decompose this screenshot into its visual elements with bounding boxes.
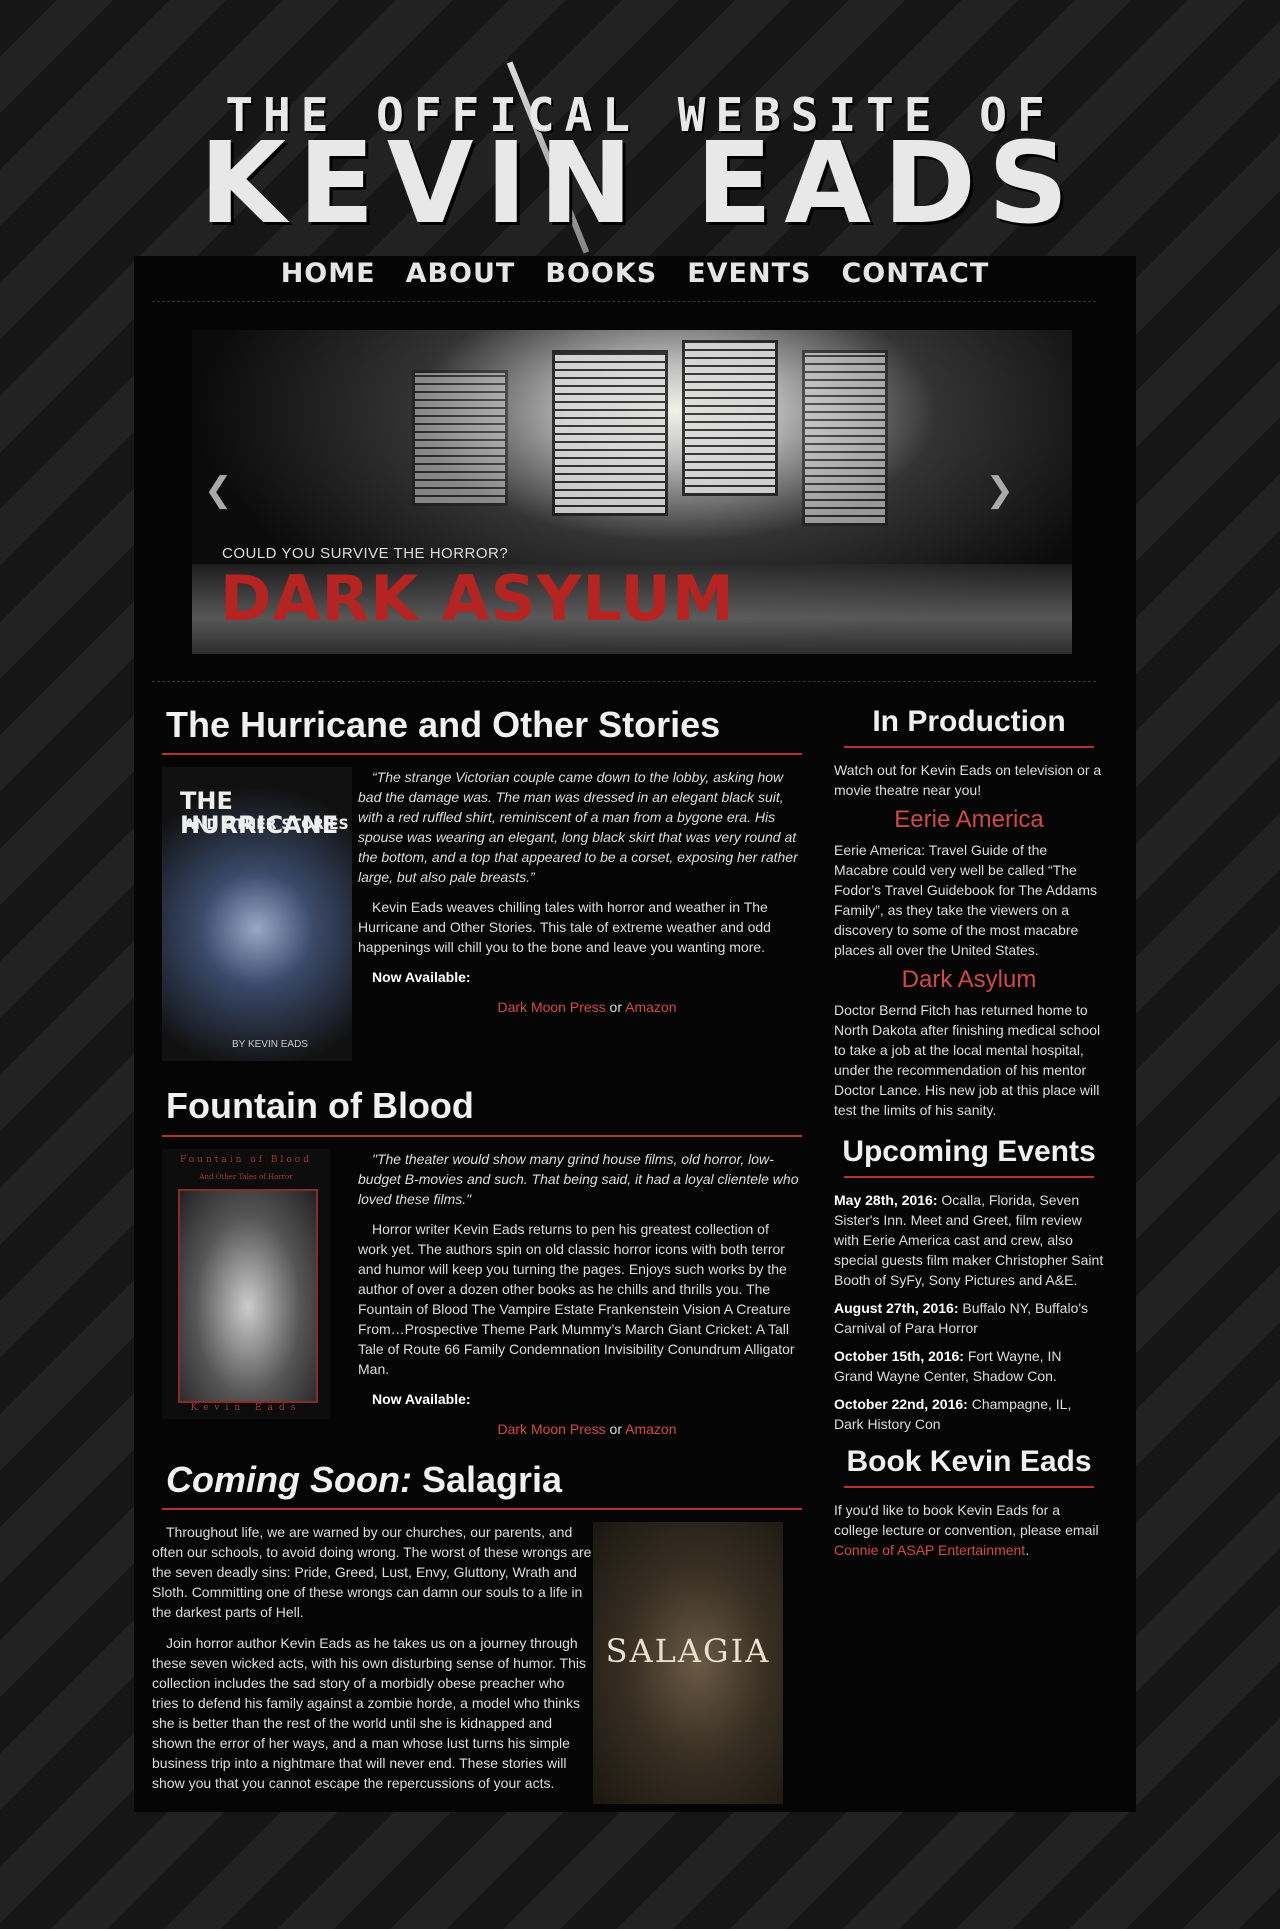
hero-slider[interactable]: COULD YOU SURVIVE THE HORROR? DARK ASYLU…	[192, 330, 1072, 654]
event-item: May 28th, 2016: Ocalla, Florida, Seven S…	[834, 1190, 1104, 1290]
chevron-right-icon[interactable]: ❯	[986, 470, 1015, 510]
sidebar: In Production Watch out for Kevin Eads o…	[834, 704, 1104, 1568]
event-item: October 22nd, 2016: Champagne, IL, Dark …	[834, 1394, 1104, 1434]
or-text: or	[609, 1420, 622, 1437]
slide-window-art	[412, 370, 508, 506]
slide-window-art	[552, 350, 668, 516]
upcoming-events-title: Upcoming Events	[842, 1135, 1096, 1168]
event-date: October 15th, 2016:	[834, 1348, 964, 1364]
purchase-links: Dark Moon Press or Amazon	[358, 997, 802, 1017]
content-container: HOME ABOUT BOOKS EVENTS CONTACT COULD YO…	[134, 256, 1136, 1812]
slide-window-art	[682, 340, 778, 496]
book-cover-image[interactable]: THE HURRICANE AND OTHER STORIES BY KEVIN…	[162, 767, 352, 1062]
coming-soon-paragraph: Throughout life, we are warned by our ch…	[152, 1524, 592, 1621]
dark-asylum-title: Dark Asylum	[901, 966, 1037, 993]
book-entry: THE HURRICANE AND OTHER STORIES BY KEVIN…	[162, 767, 802, 1085]
nav-about[interactable]: ABOUT	[406, 258, 516, 298]
availability-label: Now Available:	[372, 969, 471, 986]
slide-window-art	[802, 350, 888, 526]
event-item: August 27th, 2016: Buffalo NY, Buffalo's…	[834, 1298, 1104, 1338]
title-underline	[162, 1508, 802, 1511]
book-title: The Hurricane and Other Stories	[166, 704, 721, 745]
book-kevin-title: Book Kevin Eads	[846, 1445, 1092, 1478]
eerie-america-title: Eerie America	[894, 806, 1044, 833]
divider	[152, 301, 1096, 302]
chevron-left-icon[interactable]: ❮	[204, 470, 233, 510]
booking-text: If you'd like to book Kevin Eads for a c…	[834, 1500, 1104, 1560]
book-text: “The strange Victorian couple came down …	[358, 767, 802, 1017]
coming-soon-text: Throughout life, we are warned by our ch…	[152, 1522, 592, 1793]
event-date: October 22nd, 2016:	[834, 1396, 968, 1412]
book-cover-image[interactable]: SALAGIA	[593, 1522, 783, 1805]
book-quote: “The strange Victorian couple came down …	[358, 769, 798, 886]
title-underline	[162, 1134, 802, 1137]
availability-label: Now Available:	[372, 1390, 471, 1407]
dark-asylum-text: Doctor Bernd Fitch has returned home to …	[834, 1002, 1101, 1118]
nav-contact[interactable]: CONTACT	[841, 258, 989, 298]
coming-soon-title: Coming Soon: Salagria	[162, 1459, 802, 1500]
cover-text: Fountain of Blood	[180, 1154, 312, 1165]
eerie-america-text: Eerie America: Travel Guide of the Macab…	[834, 842, 1098, 958]
divider	[152, 681, 1096, 682]
coming-soon-paragraph: Join horror author Kevin Eads as he take…	[152, 1635, 586, 1792]
cover-text: Kevin Eads	[190, 1402, 302, 1413]
cover-text: SALAGIA	[605, 1632, 771, 1671]
dark-moon-press-link[interactable]: Dark Moon Press	[498, 999, 606, 1015]
book-description: Kevin Eads weaves chilling tales with ho…	[358, 899, 771, 956]
book-quote: "The theater would show many grind house…	[358, 1150, 799, 1207]
purchase-links: Dark Moon Press or Amazon	[358, 1419, 802, 1439]
title-underline	[162, 753, 802, 756]
nav-books[interactable]: BOOKS	[545, 258, 657, 298]
slide-tagline: COULD YOU SURVIVE THE HORROR?	[222, 545, 509, 562]
event-item: October 15th, 2016: Fort Wayne, IN Grand…	[834, 1346, 1104, 1386]
cover-text: BY KEVIN EADS	[232, 1039, 308, 1051]
title-underline	[844, 1486, 1094, 1488]
production-intro: Watch out for Kevin Eads on television o…	[834, 762, 1102, 798]
event-date: August 27th, 2016:	[834, 1300, 959, 1316]
cover-art	[178, 1188, 318, 1403]
book-entry: Fountain of Blood And Other Tales of Hor…	[162, 1148, 802, 1459]
amazon-link[interactable]: Amazon	[625, 1421, 676, 1437]
in-production-title: In Production	[872, 705, 1066, 738]
coming-soon-prefix: Coming Soon:	[166, 1458, 412, 1500]
title-underline	[844, 1176, 1094, 1178]
or-text: or	[609, 999, 622, 1016]
book-title: Fountain of Blood	[166, 1085, 474, 1127]
event-date: May 28th, 2016:	[834, 1192, 938, 1208]
dark-moon-press-link[interactable]: Dark Moon Press	[498, 1421, 606, 1437]
cover-text: AND OTHER STORIES	[184, 817, 349, 834]
booking-end: .	[1025, 1542, 1030, 1558]
amazon-link[interactable]: Amazon	[625, 999, 676, 1015]
nav-events[interactable]: EVENTS	[687, 258, 811, 298]
cover-text: And Other Tales of Horror	[199, 1172, 293, 1181]
coming-soon-book: Salagria	[421, 1458, 563, 1500]
slide-title: DARK ASYLUM	[220, 562, 735, 635]
coming-soon-entry: Throughout life, we are warned by our ch…	[152, 1522, 802, 1805]
site-header: THE OFFICAL WEBSITE OF KEVIN EADS	[0, 0, 1280, 256]
nav-home[interactable]: HOME	[281, 258, 376, 298]
title-underline	[844, 746, 1094, 748]
main-nav: HOME ABOUT BOOKS EVENTS CONTACT	[134, 256, 1136, 298]
booking-intro: If you'd like to book Kevin Eads for a c…	[834, 1502, 1099, 1538]
booking-contact-link[interactable]: Connie of ASAP Entertainment	[834, 1542, 1025, 1558]
logo-name[interactable]: KEVIN EADS	[0, 128, 1280, 240]
main-column: The Hurricane and Other Stories THE HURR…	[152, 704, 802, 1805]
book-description: Horror writer Kevin Eads returns to pen …	[358, 1220, 795, 1377]
book-text: "The theater would show many grind house…	[358, 1149, 802, 1439]
book-cover-image[interactable]: Fountain of Blood And Other Tales of Hor…	[162, 1148, 330, 1419]
